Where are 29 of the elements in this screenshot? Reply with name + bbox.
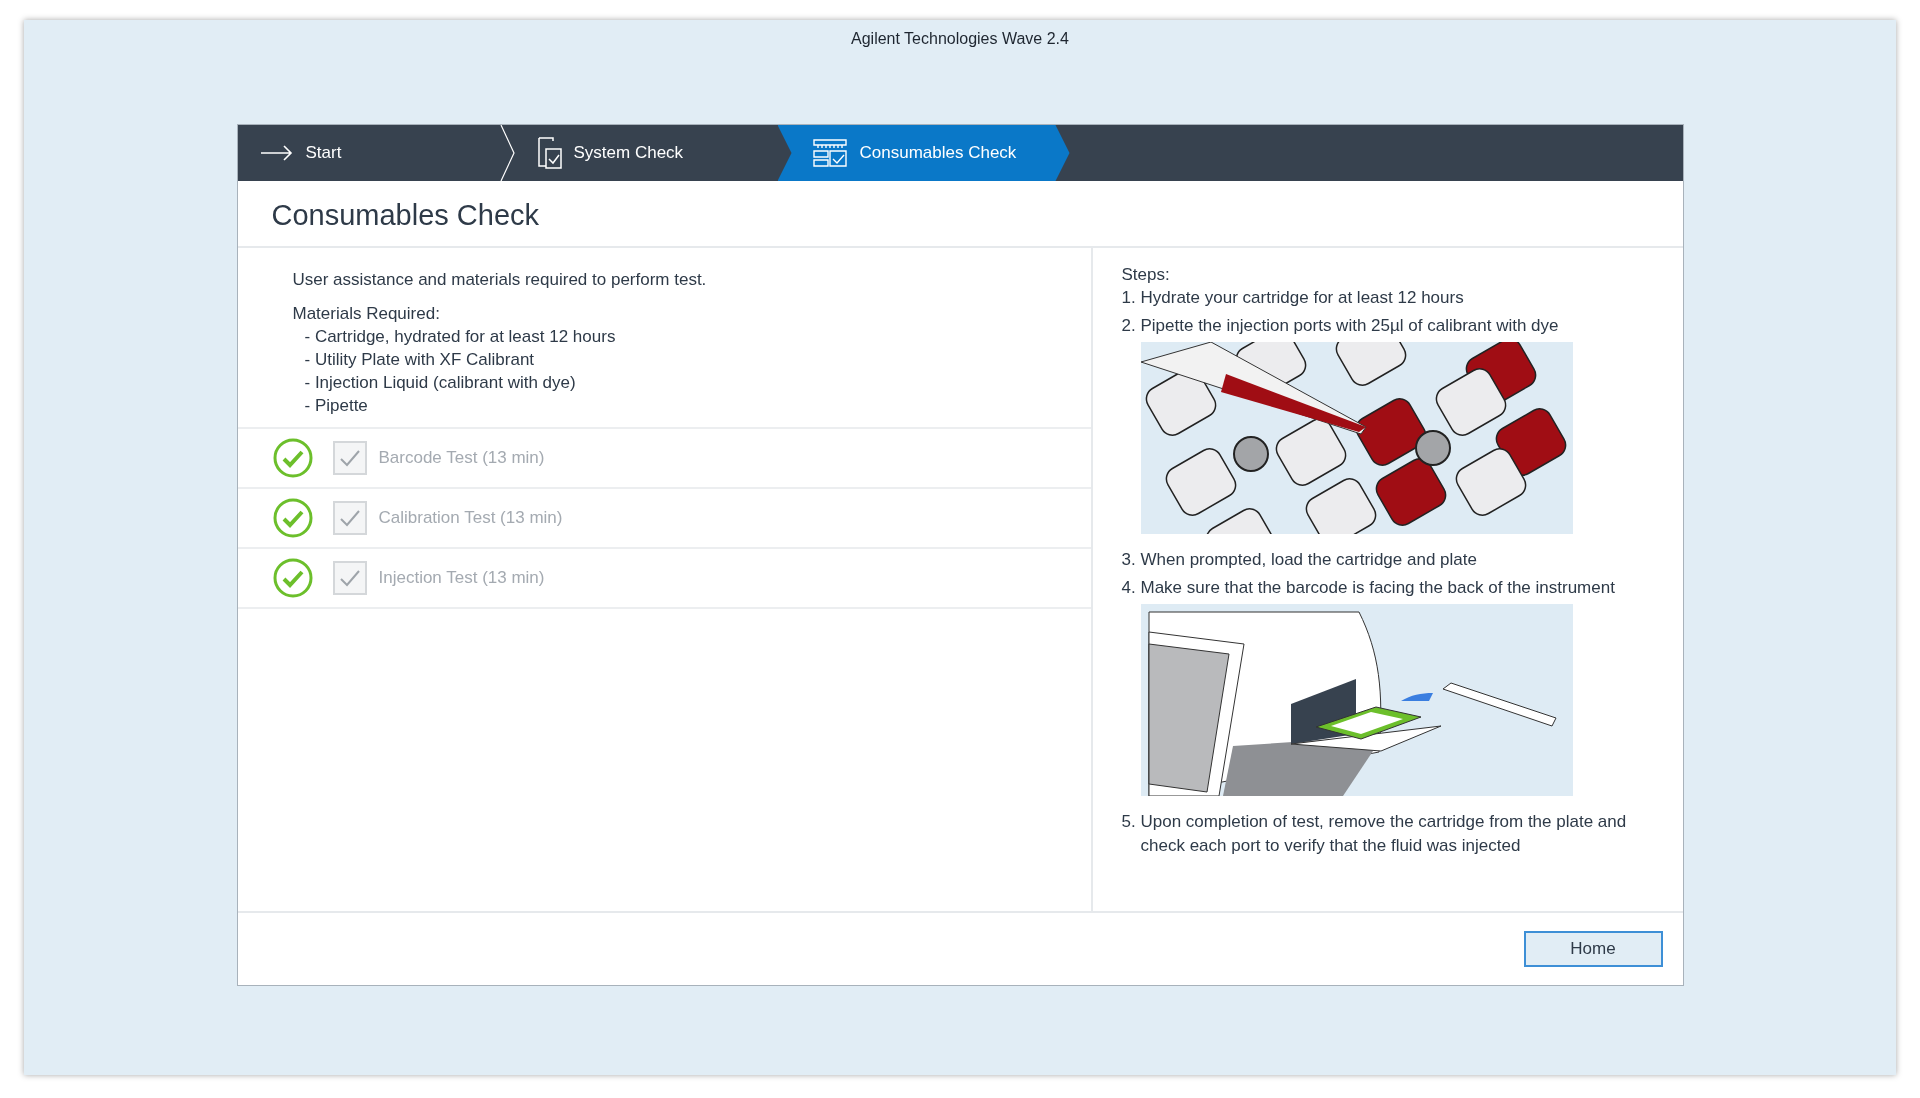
materials-title: Materials Required: bbox=[292, 303, 441, 325]
document-check-icon bbox=[537, 137, 562, 169]
step-number: 4. bbox=[1121, 577, 1137, 599]
material-item: - Pipette bbox=[303, 395, 369, 417]
step-number: 1. bbox=[1121, 287, 1137, 309]
test-label: Calibration Test (13 min) bbox=[378, 508, 563, 528]
step-number: 3. bbox=[1121, 549, 1137, 571]
arrow-icon bbox=[259, 143, 294, 163]
step-number: 5. bbox=[1121, 811, 1137, 833]
window-title: Agilent Technologies Wave 2.4 bbox=[851, 30, 1069, 49]
step-text: Make sure that the barcode is facing the back of the instrument bbox=[1140, 577, 1615, 599]
test-label: Barcode Test (13 min) bbox=[378, 448, 545, 468]
material-item: - Injection Liquid (calibrant with dye) bbox=[303, 372, 577, 394]
step-text: Pipette the injection ports with 25µl of calibrant with dye bbox=[1140, 315, 1559, 337]
step-text: Upon completion of test, remove the cartridge from the plate and check each port to verify that the fluid was injected bbox=[1140, 811, 1628, 857]
intro-text: User assistance and materials required to perform test. bbox=[292, 270, 708, 290]
step-number: 2. bbox=[1121, 315, 1137, 337]
step-text: Hydrate your cartridge for at least 12 hours bbox=[1140, 287, 1464, 309]
test-label: Injection Test (13 min) bbox=[378, 568, 545, 588]
breadcrumb-tab[interactable]: Start bbox=[237, 125, 500, 181]
material-item: - Utility Plate with XF Calibrant bbox=[303, 349, 536, 371]
home-button[interactable]: Home bbox=[1523, 931, 1663, 967]
step-text: When prompted, load the cartridge and plate bbox=[1140, 549, 1477, 571]
breadcrumb-tab[interactable]: Consumables Check bbox=[777, 125, 1070, 181]
plate-check-icon bbox=[811, 138, 848, 168]
page-heading: Consumables Check bbox=[237, 181, 1683, 248]
steps-title: Steps: bbox=[1121, 264, 1171, 286]
breadcrumb-tab[interactable]: System Check bbox=[515, 125, 778, 181]
material-item: - Cartridge, hydrated for at least 12 hours bbox=[303, 326, 617, 348]
